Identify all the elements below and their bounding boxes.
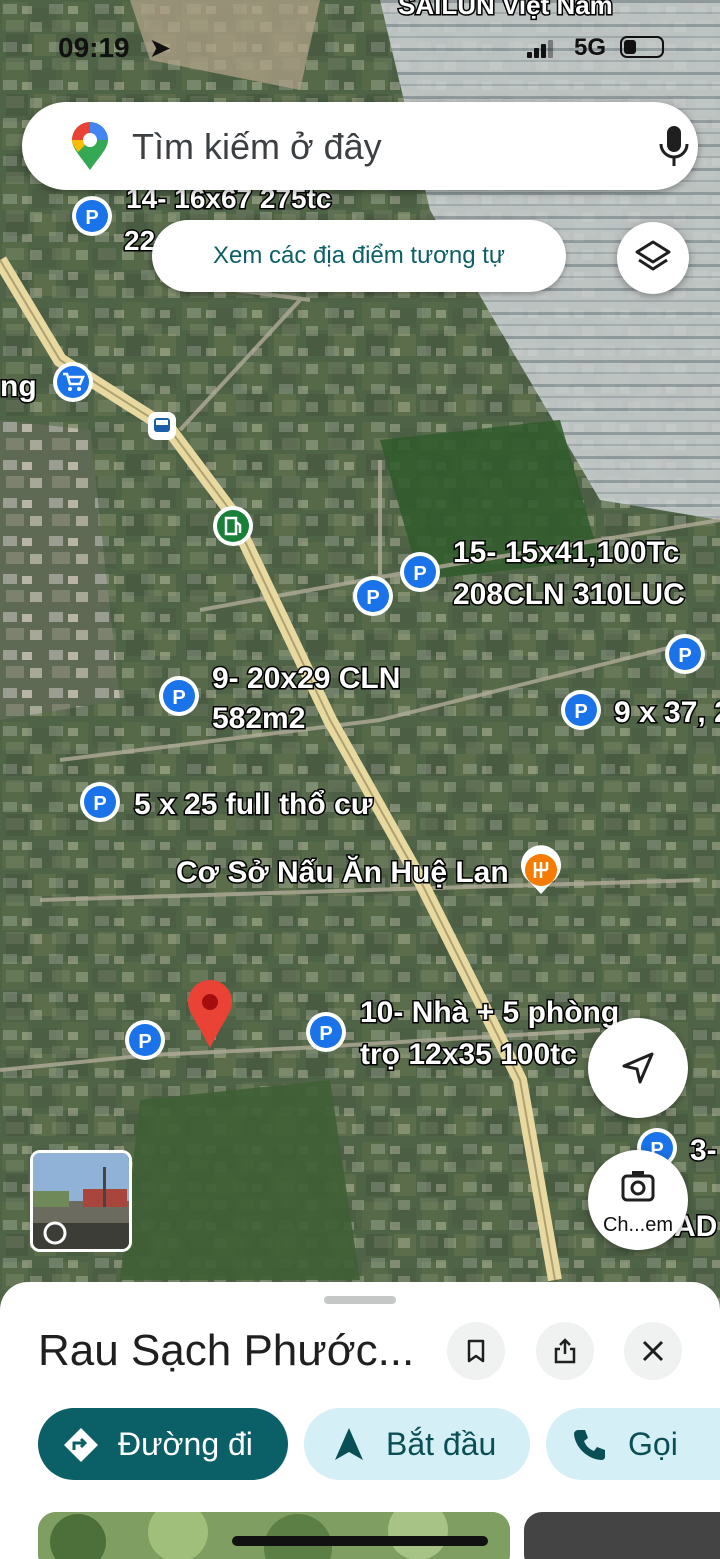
call-button[interactable]: Gọi [546, 1408, 720, 1480]
svg-text:P: P [85, 207, 98, 229]
svg-text:P: P [413, 563, 426, 585]
camera-icon [621, 1171, 655, 1202]
svg-text:P: P [172, 687, 185, 709]
street-view-thumbnail[interactable] [30, 1150, 132, 1252]
map-label: 15- 15x41,100Tc [453, 536, 679, 569]
directions-label: Đường đi [118, 1426, 253, 1462]
svg-text:P: P [574, 701, 587, 723]
camera-search-button[interactable]: Ch...em [588, 1150, 688, 1250]
drag-handle[interactable] [324, 1296, 396, 1304]
google-maps-logo-icon [72, 122, 108, 170]
my-location-button[interactable] [588, 1018, 688, 1118]
start-label: Bắt đầu [386, 1426, 497, 1462]
svg-text:P: P [678, 645, 691, 667]
place-sheet[interactable]: Rau Sạch Phước... Đường đi Bắt đầu Gọi [0, 1282, 720, 1559]
phone-icon [574, 1430, 605, 1460]
map-label: 3- [690, 1134, 717, 1167]
status-bar: 09:19 ➤ 5G [0, 28, 720, 68]
camera-button-label: Ch...em [602, 1214, 674, 1236]
layers-icon [635, 240, 671, 271]
call-label: Gọi [628, 1426, 678, 1462]
map-label: Cơ Sở Nấu Ăn Huệ Lan [176, 855, 509, 889]
save-button[interactable] [447, 1322, 505, 1380]
map-label: trọ 12x35 100tc [360, 1038, 577, 1071]
place-title: Rau Sạch Phước... [38, 1326, 415, 1375]
search-input[interactable]: Tìm kiếm ở đây [132, 126, 382, 168]
network-type: 5G [574, 34, 607, 61]
battery-icon [620, 36, 664, 58]
svg-text:P: P [366, 587, 379, 609]
map-label: ng [0, 370, 37, 403]
search-bar[interactable]: Tìm kiếm ở đây [22, 102, 698, 190]
close-icon [642, 1340, 664, 1362]
parking-pin[interactable]: P [80, 782, 120, 822]
svg-text:P: P [93, 793, 106, 815]
signal-icon [527, 40, 555, 58]
share-icon [554, 1338, 576, 1364]
map-label-sailun: SAILUN Việt Nam [398, 0, 613, 20]
close-button[interactable] [624, 1322, 682, 1380]
bus-stop-icon[interactable] [148, 412, 176, 440]
navigation-start-icon [335, 1428, 363, 1460]
home-indicator [232, 1536, 488, 1546]
map-label: 22 [124, 225, 155, 256]
svg-text:P: P [138, 1031, 151, 1053]
parking-pin[interactable]: P [125, 1020, 165, 1060]
svg-text:P: P [319, 1023, 332, 1045]
navigation-arrow-icon [622, 1052, 654, 1084]
start-button[interactable]: Bắt đầu [304, 1408, 530, 1480]
shopping-cart-pin[interactable] [53, 362, 93, 402]
parking-pin[interactable]: P [400, 552, 440, 592]
map-label: 582m2 [212, 702, 305, 735]
map-label: 208CLN 310LUC [453, 578, 685, 611]
parking-pin[interactable]: P [353, 576, 393, 616]
gas-station-pin[interactable] [213, 506, 253, 546]
parking-pin[interactable]: P [561, 690, 601, 730]
parking-pin[interactable]: P [72, 196, 112, 236]
map-label: 10- Nhà + 5 phòng [360, 996, 619, 1029]
bookmark-icon [467, 1339, 485, 1363]
microphone-icon[interactable] [654, 124, 694, 168]
location-arrow-icon: ➤ [150, 35, 171, 62]
parking-pin[interactable]: P [306, 1012, 346, 1052]
parking-pin[interactable]: P [665, 634, 705, 674]
directions-icon [64, 1428, 98, 1462]
place-photo[interactable] [524, 1512, 720, 1559]
map-label: 9- 20x29 CLN [212, 662, 400, 695]
share-button[interactable] [536, 1322, 594, 1380]
map-label: 5 x 25 full thổ cư [134, 788, 373, 821]
parking-pin[interactable]: P [159, 676, 199, 716]
directions-button[interactable]: Đường đi [38, 1408, 288, 1480]
similar-places-chip[interactable]: Xem các địa điểm tương tự [152, 220, 566, 292]
status-time: 09:19 [58, 32, 130, 63]
layers-button[interactable] [617, 222, 689, 294]
map-label: 9 x 37, 2 [614, 696, 720, 729]
